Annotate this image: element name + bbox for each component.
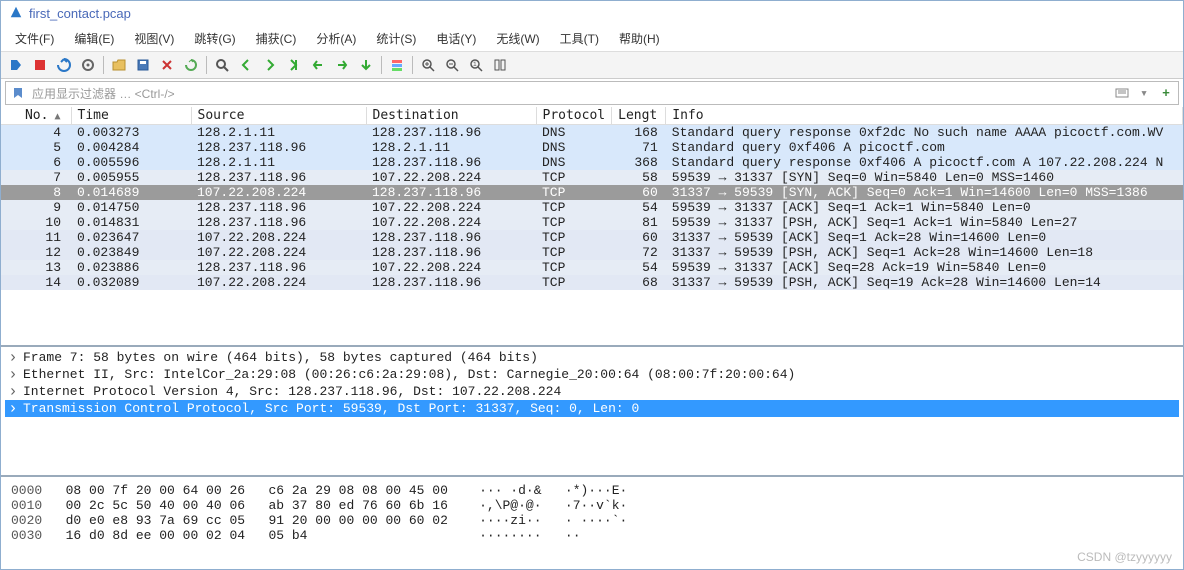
tree-item[interactable]: Ethernet II, Src: IntelCor_2a:29:08 (00:…	[5, 366, 1179, 383]
packet-row[interactable]: 130.023886128.237.118.96107.22.208.224TC…	[1, 260, 1183, 275]
packet-row[interactable]: 50.004284128.237.118.96128.2.1.11DNS71St…	[1, 140, 1183, 155]
auto-scroll-button[interactable]	[355, 54, 377, 76]
filter-input[interactable]: 应用显示过滤器 … <Ctrl-/>	[32, 85, 1108, 102]
menu-item[interactable]: 文件(F)	[5, 28, 64, 49]
bookmark-icon[interactable]	[10, 85, 26, 101]
go-back-button[interactable]	[235, 54, 257, 76]
column-header[interactable]: No.	[1, 107, 71, 125]
resize-columns-button[interactable]	[489, 54, 511, 76]
menu-item[interactable]: 无线(W)	[486, 28, 549, 49]
zoom-in-button[interactable]	[417, 54, 439, 76]
menubar: 文件(F)编辑(E)视图(V)跳转(G)捕获(C)分析(A)统计(S)电话(Y)…	[1, 26, 1183, 52]
menu-item[interactable]: 捕获(C)	[246, 28, 307, 49]
expression-button[interactable]	[1114, 85, 1130, 101]
menu-item[interactable]: 统计(S)	[366, 28, 426, 49]
column-header[interactable]: Destination	[366, 107, 536, 125]
packet-bytes-pane[interactable]: 0000 08 00 7f 20 00 64 00 26 c6 2a 29 08…	[1, 477, 1183, 569]
packet-row[interactable]: 80.014689107.22.208.224128.237.118.96TCP…	[1, 185, 1183, 200]
packet-list-pane[interactable]: No.TimeSourceDestinationProtocolLengtInf…	[1, 107, 1183, 347]
tree-item[interactable]: Transmission Control Protocol, Src Port:…	[5, 400, 1179, 417]
close-file-button[interactable]	[156, 54, 178, 76]
column-header[interactable]: Time	[71, 107, 191, 125]
colorize-button[interactable]	[386, 54, 408, 76]
toolbar-separator	[381, 56, 382, 74]
packet-row[interactable]: 40.003273128.2.1.11128.237.118.96DNS168S…	[1, 125, 1183, 141]
add-filter-button[interactable]: +	[1158, 85, 1174, 101]
open-file-button[interactable]	[108, 54, 130, 76]
go-to-packet-button[interactable]	[283, 54, 305, 76]
menu-item[interactable]: 编辑(E)	[64, 28, 124, 49]
packet-row[interactable]: 60.005596128.2.1.11128.237.118.96DNS368S…	[1, 155, 1183, 170]
zoom-reset-button[interactable]: 1	[465, 54, 487, 76]
packet-details-pane[interactable]: Frame 7: 58 bytes on wire (464 bits), 58…	[1, 347, 1183, 477]
menu-item[interactable]: 帮助(H)	[609, 28, 670, 49]
column-headers[interactable]: No.TimeSourceDestinationProtocolLengtInf…	[1, 107, 1183, 125]
toolbar-separator	[206, 56, 207, 74]
packet-row[interactable]: 70.005955128.237.118.96107.22.208.224TCP…	[1, 170, 1183, 185]
go-last-button[interactable]	[331, 54, 353, 76]
menu-item[interactable]: 视图(V)	[124, 28, 184, 49]
svg-text:1: 1	[473, 61, 477, 68]
menu-item[interactable]: 工具(T)	[550, 28, 609, 49]
packet-row[interactable]: 110.023647107.22.208.224128.237.118.96TC…	[1, 230, 1183, 245]
menu-item[interactable]: 电话(Y)	[426, 28, 486, 49]
toolbar: 1	[1, 52, 1183, 79]
watermark: CSDN @tzyyyyyy	[1077, 550, 1172, 564]
capture-options-button[interactable]	[77, 54, 99, 76]
go-forward-button[interactable]	[259, 54, 281, 76]
dropdown-icon[interactable]: ▾	[1136, 85, 1152, 101]
hex-row[interactable]: 0020 d0 e0 e8 93 7a 69 cc 05 91 20 00 00…	[11, 513, 1173, 528]
column-header[interactable]: Protocol	[536, 107, 612, 125]
go-first-button[interactable]	[307, 54, 329, 76]
toolbar-separator	[412, 56, 413, 74]
stop-capture-button[interactable]	[29, 54, 51, 76]
shark-fin-icon	[9, 5, 23, 22]
toolbar-separator	[103, 56, 104, 74]
window-title: first_contact.pcap	[29, 6, 131, 21]
menu-item[interactable]: 跳转(G)	[184, 28, 245, 49]
zoom-out-button[interactable]	[441, 54, 463, 76]
save-file-button[interactable]	[132, 54, 154, 76]
hex-row[interactable]: 0030 16 d0 8d ee 00 00 02 04 05 b4 ·····…	[11, 528, 1173, 543]
tree-item[interactable]: Frame 7: 58 bytes on wire (464 bits), 58…	[5, 349, 1179, 366]
column-header[interactable]: Info	[666, 107, 1183, 125]
restart-capture-button[interactable]	[53, 54, 75, 76]
hex-row[interactable]: 0000 08 00 7f 20 00 64 00 26 c6 2a 29 08…	[11, 483, 1173, 498]
packet-row[interactable]: 140.032089107.22.208.224128.237.118.96TC…	[1, 275, 1183, 290]
packet-row[interactable]: 90.014750128.237.118.96107.22.208.224TCP…	[1, 200, 1183, 215]
start-capture-button[interactable]	[5, 54, 27, 76]
find-packet-button[interactable]	[211, 54, 233, 76]
tree-item[interactable]: Internet Protocol Version 4, Src: 128.23…	[5, 383, 1179, 400]
column-header[interactable]: Source	[191, 107, 366, 125]
reload-button[interactable]	[180, 54, 202, 76]
packet-row[interactable]: 120.023849107.22.208.224128.237.118.96TC…	[1, 245, 1183, 260]
packet-row[interactable]: 100.014831128.237.118.96107.22.208.224TC…	[1, 215, 1183, 230]
display-filter-bar[interactable]: 应用显示过滤器 … <Ctrl-/> ▾ +	[5, 81, 1179, 105]
hex-row[interactable]: 0010 00 2c 5c 50 40 00 40 06 ab 37 80 ed…	[11, 498, 1173, 513]
column-header[interactable]: Lengt	[612, 107, 666, 125]
titlebar: first_contact.pcap	[1, 1, 1183, 26]
menu-item[interactable]: 分析(A)	[306, 28, 366, 49]
